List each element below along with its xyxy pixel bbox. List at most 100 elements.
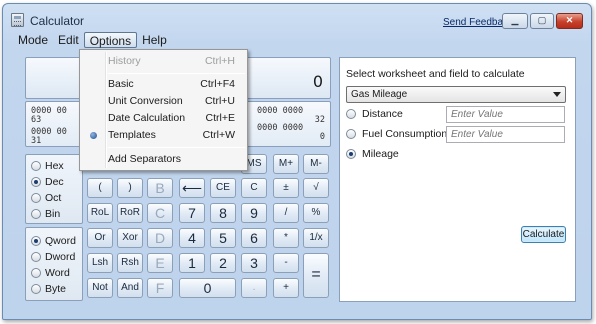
radio-word[interactable]: Word xyxy=(31,266,70,280)
number-base-group: Hex Dec Oct Bin xyxy=(25,154,83,224)
key-multiply[interactable]: * xyxy=(273,228,299,248)
key-or[interactable]: Or xyxy=(87,228,113,248)
key-subtract[interactable]: - xyxy=(273,253,299,273)
menu-item-unit-conversion[interactable]: Unit Conversion Ctrl+U xyxy=(82,93,245,110)
radio-button[interactable] xyxy=(346,149,356,159)
menu-separator xyxy=(108,147,245,148)
radio-button[interactable] xyxy=(31,284,41,294)
key-lsh[interactable]: Lsh xyxy=(87,253,113,273)
maximize-button[interactable]: ▢ xyxy=(530,13,554,29)
key-hex-c[interactable]: C xyxy=(147,203,173,223)
menu-item-date-calculation[interactable]: Date Calculation Ctrl+E xyxy=(82,110,245,127)
display-value: 0 xyxy=(312,72,323,91)
radio-hex[interactable]: Hex xyxy=(31,159,64,173)
radio-dec[interactable]: Dec xyxy=(31,175,64,189)
key-equals[interactable]: = xyxy=(303,253,329,298)
key-and[interactable]: And xyxy=(117,278,143,298)
menu-item-basic[interactable]: Basic Ctrl+F4 xyxy=(82,76,245,93)
key-e[interactable]: E xyxy=(147,253,173,273)
minimize-button[interactable]: ▁ xyxy=(502,13,528,29)
menu-mode[interactable]: Mode xyxy=(13,32,53,48)
radio-button[interactable] xyxy=(31,252,41,262)
key-0[interactable]: 0 xyxy=(179,278,236,298)
field-mileage[interactable]: Mileage xyxy=(346,146,399,162)
radio-qword[interactable]: Qword xyxy=(31,234,76,248)
field-label-mileage: Mileage xyxy=(362,148,399,160)
key-decimal[interactable]: . xyxy=(241,278,267,298)
distance-input[interactable] xyxy=(446,106,565,123)
key-5[interactable]: 5 xyxy=(210,228,236,248)
word-size-group: Qword Dword Word Byte xyxy=(25,227,83,301)
radio-label-hex: Hex xyxy=(45,160,64,172)
menu-item-label: Basic xyxy=(108,78,134,90)
menu-help[interactable]: Help xyxy=(137,32,172,48)
field-label-fuel-consumption: Fuel Consumption xyxy=(362,128,448,140)
menu-item-add-separators[interactable]: Add Separators xyxy=(82,151,245,168)
menu-item-label: Templates xyxy=(108,129,156,141)
radio-byte[interactable]: Byte xyxy=(31,282,66,296)
menu-item-history[interactable]: History Ctrl+H xyxy=(82,53,245,70)
key-f[interactable]: F xyxy=(147,278,173,298)
key-negate[interactable]: ± xyxy=(273,178,299,198)
key-ce[interactable]: CE xyxy=(210,178,236,198)
key-rol[interactable]: RoL xyxy=(87,203,113,223)
worksheet-select[interactable]: Gas Mileage xyxy=(346,86,566,103)
bits-row2-right: 0000 0000 xyxy=(257,123,304,133)
key-1[interactable]: 1 xyxy=(179,253,205,273)
menu-item-label: Unit Conversion xyxy=(108,95,183,107)
fuel-consumption-input[interactable] xyxy=(446,126,565,143)
field-fuel-consumption[interactable]: Fuel Consumption xyxy=(346,126,447,142)
radio-label-oct: Oct xyxy=(45,192,62,204)
radio-button[interactable] xyxy=(31,193,41,203)
key-divide[interactable]: / xyxy=(273,203,299,223)
menu-item-shortcut: Ctrl+H xyxy=(204,55,235,67)
radio-button[interactable] xyxy=(31,236,41,246)
key-7[interactable]: 7 xyxy=(179,203,205,223)
key-sqrt[interactable]: √ xyxy=(303,178,329,198)
key-xor[interactable]: Xor xyxy=(117,228,143,248)
key-not[interactable]: Not xyxy=(87,278,113,298)
key-3[interactable]: 3 xyxy=(241,253,267,273)
radio-bin[interactable]: Bin xyxy=(31,207,60,221)
key-ror[interactable]: RoR xyxy=(117,203,143,223)
bits-row2-left-num: 31 xyxy=(31,136,42,146)
key-percent[interactable]: % xyxy=(303,203,329,223)
key-m-plus[interactable]: M+ xyxy=(273,154,299,174)
bits-row2-right-num: 0 xyxy=(319,132,325,142)
menu-bar: Mode Edit Options Help xyxy=(13,32,172,49)
field-distance[interactable]: Distance xyxy=(346,106,403,122)
radio-button[interactable] xyxy=(31,209,41,219)
field-label-distance: Distance xyxy=(362,108,403,120)
key-reciprocal[interactable]: 1/x xyxy=(303,228,329,248)
key-8[interactable]: 8 xyxy=(210,203,236,223)
menu-options[interactable]: Options xyxy=(83,32,138,48)
title-bar: Calculator Send Feedback ▁ ▢ ✕ xyxy=(3,4,591,32)
key-backspace[interactable]: ⟵ xyxy=(179,178,205,198)
menu-edit[interactable]: Edit xyxy=(53,32,84,48)
close-button[interactable]: ✕ xyxy=(556,13,583,29)
key-close-paren[interactable]: ) xyxy=(117,178,143,198)
key-6[interactable]: 6 xyxy=(241,228,267,248)
radio-button[interactable] xyxy=(31,161,41,171)
radio-label-word: Word xyxy=(45,267,70,279)
menu-item-shortcut: Ctrl+W xyxy=(202,129,235,141)
key-open-paren[interactable]: ( xyxy=(87,178,113,198)
key-b[interactable]: B xyxy=(147,178,173,198)
radio-button[interactable] xyxy=(31,177,41,187)
radio-label-dword: Dword xyxy=(45,251,76,263)
key-m-minus[interactable]: M- xyxy=(303,154,329,174)
radio-dword[interactable]: Dword xyxy=(31,250,75,264)
radio-oct[interactable]: Oct xyxy=(31,191,61,205)
menu-item-templates[interactable]: Templates Ctrl+W xyxy=(82,127,245,144)
radio-button[interactable] xyxy=(346,129,356,139)
radio-button[interactable] xyxy=(31,268,41,278)
radio-button[interactable] xyxy=(346,109,356,119)
key-4[interactable]: 4 xyxy=(179,228,205,248)
key-c[interactable]: C xyxy=(241,178,267,198)
key-rsh[interactable]: Rsh xyxy=(117,253,143,273)
key-9[interactable]: 9 xyxy=(241,203,267,223)
key-d[interactable]: D xyxy=(147,228,173,248)
key-add[interactable]: + xyxy=(273,278,299,298)
key-2[interactable]: 2 xyxy=(210,253,236,273)
calculate-button[interactable]: Calculate xyxy=(521,226,566,243)
